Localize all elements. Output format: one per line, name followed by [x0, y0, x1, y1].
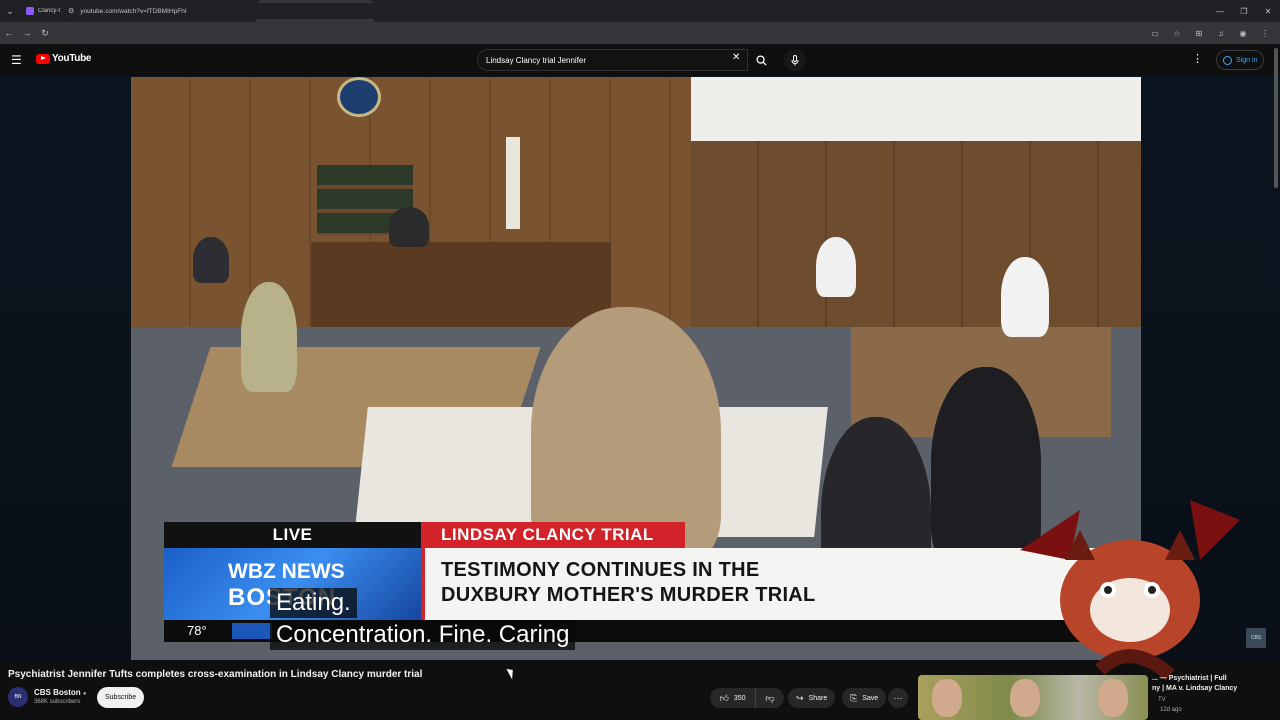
save-label: Save — [862, 694, 879, 702]
more-actions-icon[interactable]: ⋯ — [888, 688, 908, 708]
subscribe-button[interactable]: Subscribe — [97, 687, 145, 708]
restore-icon[interactable]: ❐ — [1232, 0, 1256, 22]
page-scrollbar[interactable] — [1274, 48, 1278, 188]
judge-figure — [389, 207, 429, 247]
thumbs-down-icon: 👎︎ — [765, 692, 775, 703]
temperature: 78° — [187, 623, 207, 638]
clear-search-icon[interactable]: ✕ — [732, 52, 740, 63]
recommended-age: 12d ago — [1160, 707, 1182, 713]
dislike-button[interactable]: 👎︎ — [756, 688, 784, 708]
sign-in-button[interactable]: Sign in — [1216, 50, 1265, 70]
like-button[interactable]: 👍︎ 350 — [710, 688, 756, 708]
recommended-video-thumbnail[interactable] — [918, 675, 1148, 720]
tab-favicon-icon — [26, 7, 34, 15]
tab-search-icon[interactable]: ⌄ — [0, 0, 20, 22]
settings-kebab-icon[interactable]: ⋮ — [1192, 52, 1203, 65]
officer-figure — [816, 237, 856, 297]
close-window-icon[interactable]: ✕ — [1256, 0, 1280, 22]
save-icon: ⎘ — [850, 692, 858, 703]
extensions-icon[interactable]: ⊞ — [1188, 29, 1210, 38]
back-icon[interactable]: ← — [0, 22, 18, 44]
forward-icon[interactable]: → — [18, 22, 36, 44]
window-controls: — ❐ ✕ — [1208, 0, 1280, 22]
share-button[interactable]: ↪ Share — [788, 688, 836, 708]
thumb-face-1 — [932, 679, 962, 717]
address-bar-row: ← → ↻ — [0, 22, 1280, 44]
url-bar[interactable]: ⚙ youtube.com/watch?v=fTDBMIHpFhI — [60, 3, 1150, 19]
youtube-header: ☰ YouTube Lindsay Clancy trial Jennifer … — [0, 44, 1280, 76]
weather-bar — [232, 623, 272, 639]
youtube-logo[interactable]: YouTube — [36, 53, 92, 64]
hamburger-menu-icon[interactable]: ☰ — [11, 53, 22, 67]
minimize-icon[interactable]: — — [1208, 0, 1232, 22]
browser-menu-icon[interactable]: ⋮ — [1254, 29, 1276, 38]
state-seal — [337, 77, 381, 117]
youtube-wordmark: YouTube — [52, 53, 92, 64]
live-label: LIVE — [164, 522, 421, 548]
share-icon: ↪ — [796, 692, 804, 703]
video-title: Psychiatrist Jennifer Tufts completes cr… — [8, 669, 423, 680]
media-icon[interactable]: ♫ — [1210, 29, 1232, 38]
cbs-watermark: CBS — [1246, 628, 1266, 648]
thumb-face-3 — [1098, 679, 1128, 717]
search-icon — [755, 54, 767, 66]
caption-line-2: Concentration. Fine. Caring — [270, 620, 576, 650]
red-panda-mascot-overlay — [1020, 500, 1240, 681]
station-name: WBZ NEWS — [228, 560, 345, 583]
install-app-icon[interactable]: ▭ — [1144, 29, 1166, 38]
recommended-channel: TV — [1158, 697, 1166, 703]
search-input[interactable]: Lindsay Clancy trial Jennifer — [477, 49, 748, 71]
reload-icon[interactable]: ↻ — [36, 22, 54, 44]
youtube-play-icon — [36, 53, 50, 64]
channel-name[interactable]: CBS Boston ● — [34, 688, 87, 697]
attorney-figure — [241, 282, 297, 392]
recommended-video-title[interactable]: ... — Psychiatrist | Full ny | MA v. Lin… — [1152, 674, 1272, 694]
sign-in-label: Sign in — [1236, 56, 1258, 64]
caption-line-1: Eating. — [270, 588, 357, 618]
rec-title-line-1: ... — Psychiatrist | Full — [1152, 675, 1227, 682]
video-player[interactable]: LIVE LINDSAY CLANCY TRIAL WBZ NEWS BOSTO… — [131, 77, 1141, 660]
courtroom-whiteboard — [691, 77, 1141, 141]
judge-bench — [311, 242, 611, 332]
like-dislike-group: 👍︎ 350 👎︎ — [710, 688, 784, 708]
channel-name-text: CBS Boston — [34, 688, 81, 697]
rec-title-line-2: ny | MA v. Lindsay Clancy — [1152, 685, 1238, 692]
voice-search-button[interactable] — [784, 49, 806, 71]
profile-icon[interactable]: ◉ — [1232, 29, 1254, 38]
flag — [506, 137, 520, 229]
search-button[interactable] — [748, 49, 774, 71]
browser-toolbar-icons: ▭ ☆ ⊞ ♫ ◉ ⋮ — [1144, 22, 1276, 44]
channel-avatar[interactable]: BN — [8, 687, 28, 707]
story-tag: LINDSAY CLANCY TRIAL — [421, 522, 685, 548]
subscriber-count: 368K subscribers — [34, 699, 81, 705]
like-count: 350 — [733, 694, 746, 702]
save-button[interactable]: ⎘ Save — [842, 688, 887, 708]
microphone-icon — [791, 54, 799, 65]
user-icon — [1223, 55, 1232, 65]
mouse-cursor-icon — [506, 666, 517, 680]
share-label: Share — [808, 694, 828, 702]
thumbs-up-icon: 👍︎ — [719, 692, 729, 703]
thumb-face-2 — [1010, 679, 1040, 717]
url-text: youtube.com/watch?v=fTDBMIHpFhI — [80, 7, 187, 15]
witness-figure — [1001, 257, 1049, 337]
site-info-icon[interactable]: ⚙ — [68, 7, 74, 15]
bookmark-star-icon[interactable]: ☆ — [1166, 29, 1188, 38]
clerk-figure — [193, 237, 229, 283]
verified-icon: ● — [82, 691, 87, 697]
